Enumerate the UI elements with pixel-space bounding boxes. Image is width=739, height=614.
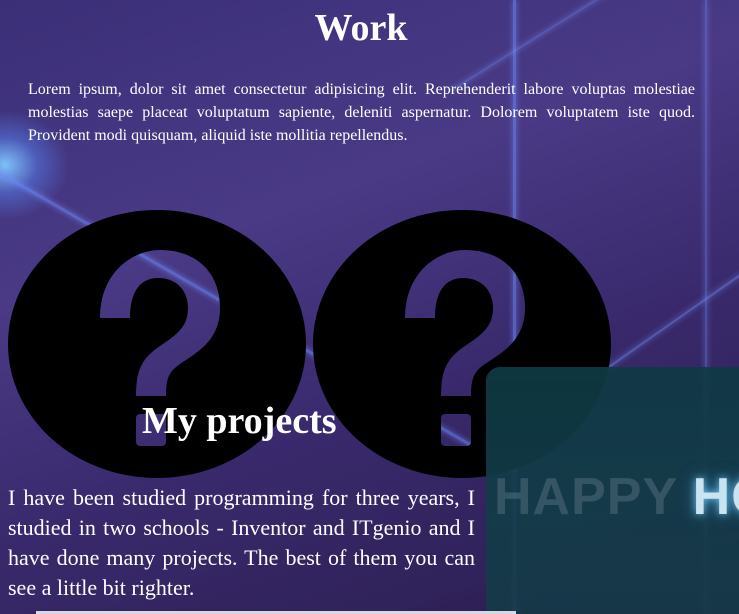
work-title: Work (314, 7, 408, 49)
projects-title: My projects (142, 400, 337, 442)
preview-banner-text: HAPPY HOL (494, 467, 739, 527)
project-preview-image[interactable]: HAPPY HOL (486, 367, 739, 614)
work-description: Lorem ipsum, dolor sit amet consectetur … (28, 81, 695, 144)
preview-bright-text: HOL (692, 468, 739, 526)
preview-dim-text: HAPPY (494, 468, 693, 526)
projects-description: I have been studied programming for thre… (8, 485, 475, 600)
